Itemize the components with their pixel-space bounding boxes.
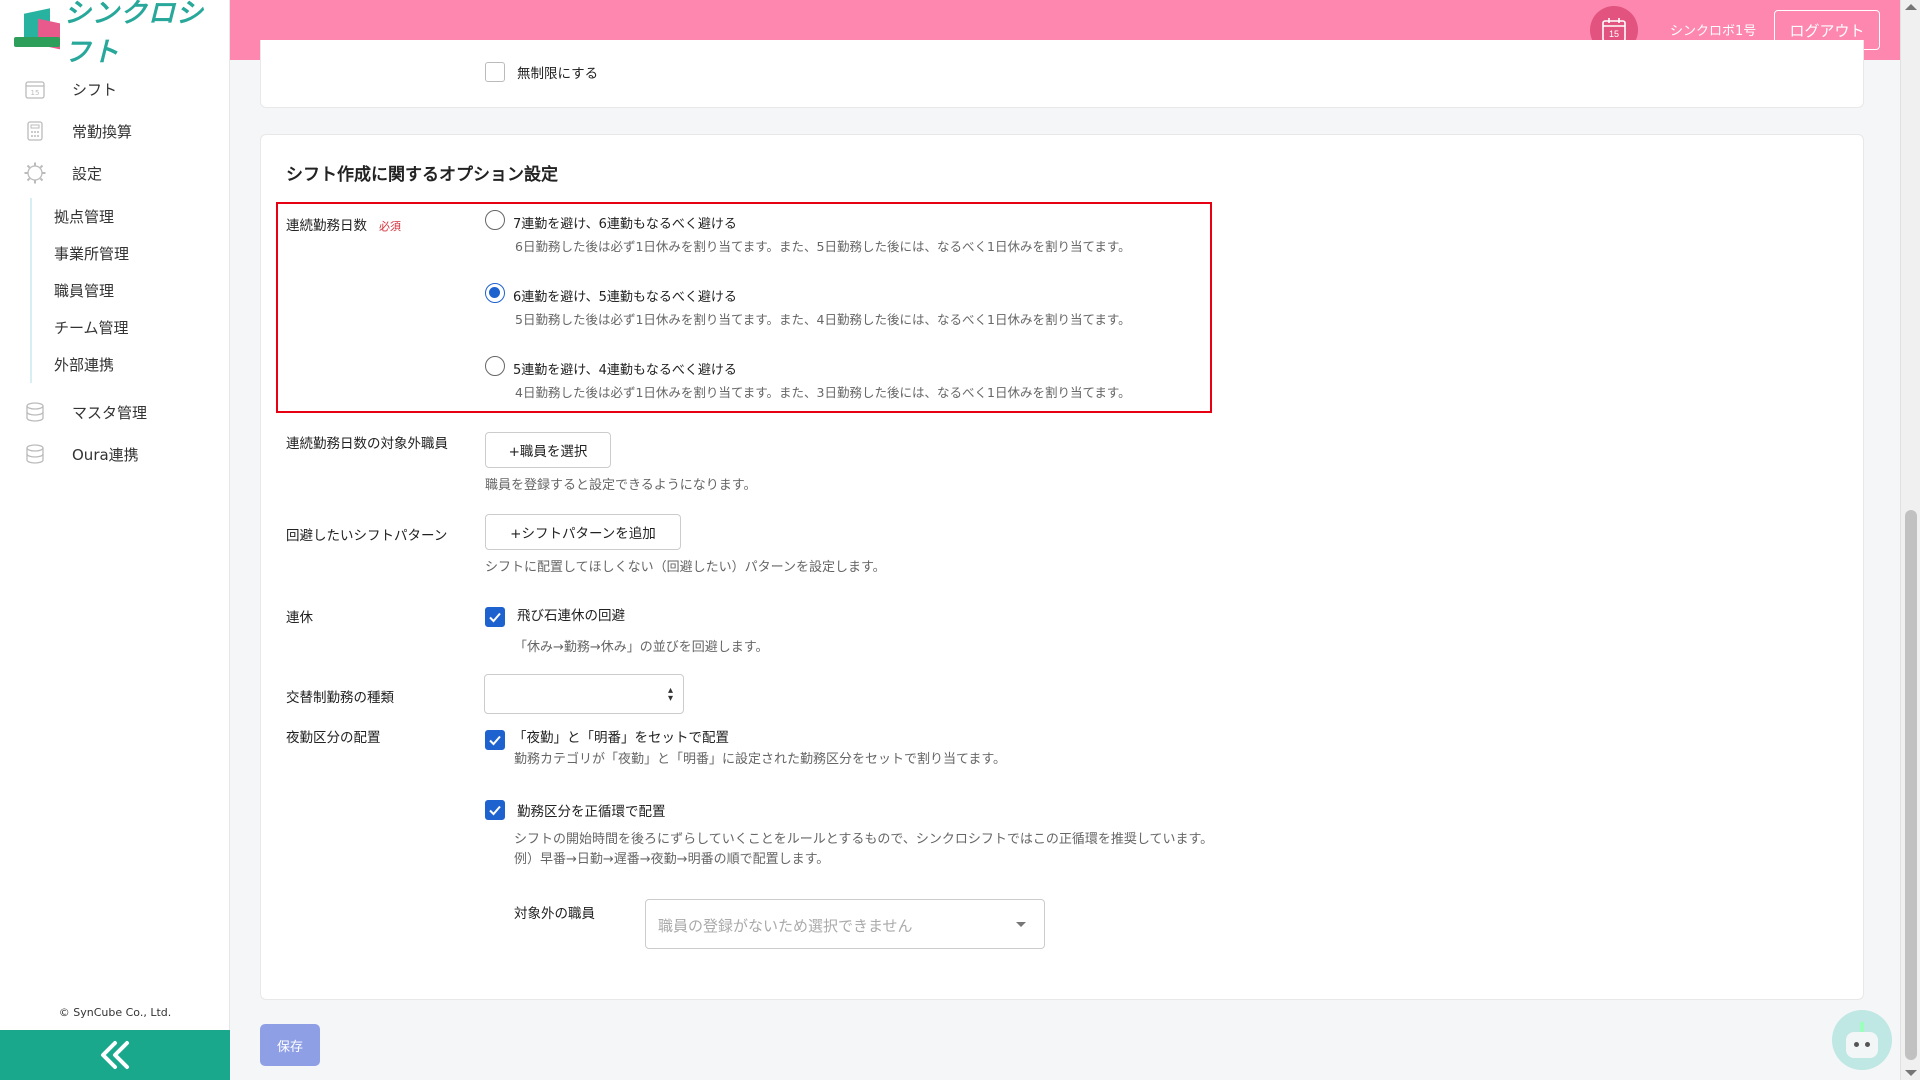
- rotation-label: 交替制勤務の種類: [286, 690, 394, 706]
- unlimited-label: 無制限にする: [517, 66, 599, 82]
- sidebar-item-label: シフト: [72, 80, 118, 99]
- forward-rotation-label: 勤務区分を正循環で配置: [517, 804, 666, 820]
- night-set-label: 「夜勤」と「明番」をセットで配置: [513, 730, 729, 746]
- app-logo[interactable]: シンクロシフト: [0, 0, 229, 68]
- consecutive-option-5[interactable]: 5連勤を避け、4連勤もなるべく避ける 4日勤務した後は必ず1日休みを割り当てます…: [485, 356, 1131, 401]
- chatbot-button[interactable]: [1832, 1010, 1892, 1070]
- sidebar-item-label: マスタ管理: [72, 403, 148, 422]
- skip-holiday-checkbox-row[interactable]: 飛び石連休の回避: [485, 607, 625, 627]
- database-icon: [22, 399, 48, 425]
- option-title: 5連勤を避け、4連勤もなるべく避ける: [513, 363, 737, 378]
- forward-exclude-label: 対象外の職員: [514, 906, 595, 922]
- required-badge: 必須: [379, 220, 401, 233]
- option-desc: 5日勤務した後は必ず1日休みを割り当てます。また、4日勤務した後には、なるべく1…: [515, 312, 1131, 327]
- scroll-up-icon[interactable]: [1905, 4, 1917, 10]
- night-set-checkbox-row[interactable]: 「夜勤」と「明番」をセットで配置: [485, 730, 729, 750]
- check-icon: [489, 805, 501, 816]
- select-staff-button[interactable]: +職員を選択: [485, 432, 611, 468]
- night-hint: 勤務カテゴリが「夜勤」と「明番」に設定された勤務区分をセットで割り当てます。: [514, 752, 1007, 767]
- excluded-staff-label: 連続勤務日数の対象外職員: [286, 436, 448, 452]
- radio-5-days[interactable]: [485, 356, 505, 376]
- sidebar-item-label: 設定: [72, 164, 103, 183]
- save-button[interactable]: 保存: [260, 1024, 320, 1066]
- collapse-sidebar-button[interactable]: [0, 1030, 230, 1080]
- skip-holiday-checkbox[interactable]: [485, 607, 505, 627]
- sidebar-item-label: 常勤換算: [72, 122, 133, 141]
- logo-mark-icon: [12, 7, 60, 53]
- radio-6-days[interactable]: [485, 283, 505, 303]
- user-name: シンクロボ1号: [1670, 24, 1757, 39]
- rotation-select[interactable]: ▴ ▾: [484, 674, 684, 714]
- robot-icon: [1860, 1022, 1864, 1032]
- avoid-pattern-label: 回避したいシフトパターン: [286, 528, 448, 544]
- unlimited-checkbox[interactable]: [485, 62, 505, 82]
- excluded-staff-hint: 職員を登録すると設定できるようになります。: [485, 478, 757, 493]
- consecutive-days-label-text: 連続勤務日数: [286, 218, 367, 234]
- sidebar-item-oura[interactable]: Oura連携: [0, 433, 229, 475]
- sort-caret-icon: ▴ ▾: [667, 685, 673, 704]
- svg-text:15: 15: [31, 89, 40, 97]
- avoid-pattern-hint: シフトに配置してほしくない（回避したい）パターンを設定します。: [485, 560, 886, 575]
- double-chevron-left-icon: [101, 1041, 129, 1069]
- forward-rotation-checkbox-row[interactable]: 勤務区分を正循環で配置: [485, 800, 666, 820]
- caret-down-icon: [1016, 922, 1026, 927]
- consecutive-option-7[interactable]: 7連勤を避け、6連勤もなるべく避ける 6日勤務した後は必ず1日休みを割り当てます…: [485, 210, 1131, 255]
- previous-settings-card: 無制限にする: [260, 40, 1864, 108]
- page-scrollbar[interactable]: [1900, 0, 1920, 1080]
- night-set-checkbox[interactable]: [485, 730, 505, 750]
- svg-text:15: 15: [1609, 29, 1619, 39]
- check-icon: [489, 735, 501, 746]
- sidebar-item-fte[interactable]: 常勤換算: [0, 110, 229, 152]
- forward-rotation-checkbox[interactable]: [485, 800, 505, 820]
- option-desc: 4日勤務した後は必ず1日休みを割り当てます。また、3日勤務した後には、なるべく1…: [515, 385, 1131, 400]
- sidebar-subitem-external[interactable]: 外部連携: [54, 346, 229, 383]
- gear-icon: [22, 160, 48, 186]
- sidebar: シンクロシフト 15 シフト 常勤換算 設定 拠点管理 事業所管理 職員管理 チ…: [0, 0, 230, 1080]
- sidebar-nav: 15 シフト 常勤換算 設定 拠点管理 事業所管理 職員管理 チーム管理 外部連…: [0, 68, 229, 475]
- calendar-icon: 15: [22, 76, 48, 102]
- calculator-icon: [22, 118, 48, 144]
- forward-hint-2: 例）早番→日勤→遅番→夜勤→明番の順で配置します。: [514, 852, 830, 867]
- sidebar-subitem-staff[interactable]: 職員管理: [54, 272, 229, 309]
- holiday-hint: 「休み→勤務→休み」の並びを回避します。: [514, 640, 769, 655]
- add-shift-pattern-button[interactable]: +シフトパターンを追加: [485, 514, 681, 550]
- skip-holiday-label: 飛び石連休の回避: [517, 608, 625, 624]
- logo-text: シンクロシフト: [63, 0, 204, 68]
- sidebar-item-shift[interactable]: 15 シフト: [0, 68, 229, 110]
- sidebar-item-master[interactable]: マスタ管理: [0, 391, 229, 433]
- forward-exclude-placeholder: 職員の登録がないため選択できません: [658, 917, 913, 935]
- holiday-label: 連休: [286, 610, 313, 626]
- scroll-down-icon[interactable]: [1905, 1070, 1917, 1076]
- sidebar-subitem-team[interactable]: チーム管理: [54, 309, 229, 346]
- sidebar-subitem-office[interactable]: 事業所管理: [54, 235, 229, 272]
- sidebar-item-settings[interactable]: 設定: [0, 152, 229, 194]
- option-title: 7連勤を避け、6連勤もなるべく避ける: [513, 217, 737, 232]
- option-desc: 6日勤務した後は必ず1日休みを割り当てます。また、5日勤務した後には、なるべく1…: [515, 239, 1131, 254]
- night-placement-label: 夜勤区分の配置: [286, 730, 381, 746]
- forward-exclude-staff-select[interactable]: 職員の登録がないため選択できません: [645, 899, 1045, 949]
- option-title: 6連勤を避け、5連勤もなるべく避ける: [513, 290, 737, 305]
- consecutive-option-6[interactable]: 6連勤を避け、5連勤もなるべく避ける 5日勤務した後は必ず1日休みを割り当てます…: [485, 283, 1131, 328]
- settings-subnav: 拠点管理 事業所管理 職員管理 チーム管理 外部連携: [30, 198, 229, 383]
- forward-hint-1: シフトの開始時間を後ろにずらしていくことをルールとするもので、シンクロシフトでは…: [514, 832, 1214, 847]
- section-title: シフト作成に関するオプション設定: [286, 165, 558, 185]
- consecutive-days-label: 連続勤務日数 必須: [286, 214, 401, 234]
- scroll-thumb[interactable]: [1905, 510, 1917, 1060]
- radio-7-days[interactable]: [485, 210, 505, 230]
- copyright: © SynCube Co., Ltd.: [58, 1006, 172, 1019]
- check-icon: [489, 612, 501, 623]
- sidebar-item-label: Oura連携: [72, 445, 139, 464]
- sidebar-subitem-base[interactable]: 拠点管理: [54, 198, 229, 235]
- database-icon: [22, 441, 48, 467]
- unlimited-checkbox-row[interactable]: 無制限にする: [485, 62, 598, 82]
